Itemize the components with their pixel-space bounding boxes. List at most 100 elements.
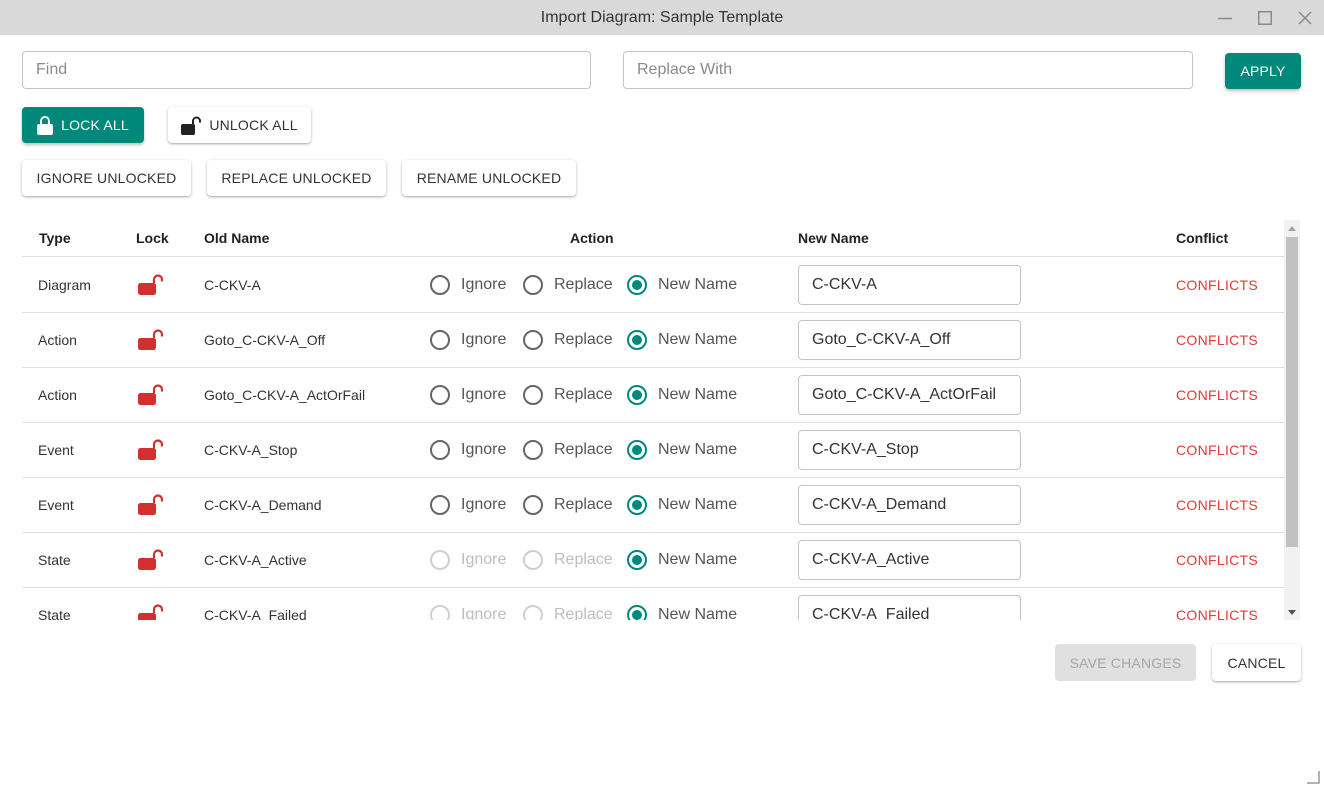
unlocked-icon[interactable] — [136, 312, 166, 367]
conflict-status: CONFLICTS — [1176, 386, 1259, 403]
row-type: State — [38, 606, 71, 621]
new-name-radio-label: New Name — [658, 605, 738, 621]
table-scrollbar[interactable] — [1284, 220, 1300, 620]
new-name-radio-circle[interactable] — [627, 384, 647, 405]
ignore-radio-circle[interactable] — [430, 274, 450, 295]
ignore-radio-label: Ignore — [461, 275, 507, 293]
ignore-radio-circle[interactable] — [430, 604, 450, 620]
row-type: Action — [38, 331, 77, 348]
unlock-all-button[interactable]: UNLOCK ALL — [168, 107, 311, 143]
cancel-label: CANCEL — [1227, 654, 1286, 671]
replace-radio[interactable]: Replace — [523, 477, 613, 532]
replace-radio[interactable]: Replace — [523, 312, 613, 367]
replace-radio-circle[interactable] — [523, 494, 543, 515]
conflict-status: CONFLICTS — [1176, 441, 1259, 458]
new-name-radio[interactable]: New Name — [627, 312, 737, 367]
scrollbar-thumb[interactable] — [1286, 237, 1298, 547]
window-title: Import Diagram: Sample Template — [540, 9, 784, 26]
new-name-radio-circle[interactable] — [627, 439, 647, 460]
unlocked-icon[interactable] — [136, 587, 166, 620]
row-old-name: C-CKV-A — [204, 276, 261, 293]
replace-unlocked-button[interactable]: REPLACE UNLOCKED — [207, 160, 386, 196]
ignore-radio-circle[interactable] — [430, 494, 450, 515]
rename-unlocked-button[interactable]: RENAME UNLOCKED — [402, 160, 576, 196]
unlock-all-label: UNLOCK ALL — [209, 117, 298, 133]
minimize-icon[interactable] — [1205, 0, 1245, 35]
new-name-radio-circle[interactable] — [627, 549, 647, 570]
replace-radio-circle[interactable] — [523, 604, 543, 620]
lock-all-button[interactable]: LOCK ALL — [22, 107, 144, 143]
cancel-button[interactable]: CANCEL — [1212, 644, 1301, 681]
replace-radio-circle[interactable] — [523, 439, 543, 460]
ignore-radio-circle[interactable] — [430, 384, 450, 405]
ignore-radio-circle[interactable] — [430, 549, 450, 570]
unlocked-icon[interactable] — [136, 477, 166, 532]
new-name-radio-circle[interactable] — [627, 329, 647, 350]
conflict-status: CONFLICTS — [1176, 551, 1259, 568]
ignore-radio-circle[interactable] — [430, 329, 450, 350]
replace-with-input[interactable] — [624, 52, 1192, 88]
apply-button-label: APPLY — [1240, 63, 1286, 79]
new-name-radio[interactable]: New Name — [627, 587, 737, 620]
new-name-input[interactable]: C-CKV-A_Demand — [798, 485, 1021, 525]
ignore-radio[interactable]: Ignore — [430, 257, 506, 312]
replace-radio-circle[interactable] — [523, 549, 543, 570]
conflict-status: CONFLICTS — [1176, 606, 1259, 621]
ignore-radio[interactable]: Ignore — [430, 312, 506, 367]
unlocked-icon[interactable] — [136, 422, 166, 477]
close-icon[interactable] — [1285, 0, 1324, 35]
find-field[interactable] — [22, 51, 591, 89]
new-name-input[interactable]: C-CKV-A_Active — [798, 540, 1021, 580]
replace-with-field[interactable] — [623, 51, 1193, 89]
unlocked-icon[interactable] — [136, 532, 166, 587]
row-old-name: C-CKV-A_Stop — [204, 441, 298, 458]
new-name-radio[interactable]: New Name — [627, 477, 737, 532]
unlocked-icon[interactable] — [136, 257, 166, 312]
replace-radio[interactable]: Replace — [523, 367, 613, 422]
apply-button[interactable]: APPLY — [1225, 53, 1301, 89]
ignore-radio[interactable]: Ignore — [430, 532, 506, 587]
new-name-input[interactable]: Goto_C-CKV-A_ActOrFail — [798, 375, 1021, 415]
header-type: Type — [39, 230, 71, 246]
replace-radio[interactable]: Replace — [523, 257, 613, 312]
scroll-down-arrow-icon[interactable] — [1284, 604, 1300, 620]
replace-radio-label: Replace — [554, 385, 613, 403]
ignore-unlocked-button[interactable]: IGNORE UNLOCKED — [22, 160, 191, 196]
new-name-radio[interactable]: New Name — [627, 257, 737, 312]
ignore-radio[interactable]: Ignore — [430, 422, 506, 477]
new-name-input[interactable]: Goto_C-CKV-A_Off — [798, 320, 1021, 360]
ignore-radio-label: Ignore — [461, 440, 507, 458]
new-name-input[interactable]: C-CKV-A_Failed — [798, 595, 1021, 620]
maximize-icon[interactable] — [1245, 0, 1285, 35]
new-name-radio[interactable]: New Name — [627, 367, 737, 422]
replace-radio[interactable]: Replace — [523, 532, 613, 587]
replace-radio-circle[interactable] — [523, 329, 543, 350]
new-name-radio-circle[interactable] — [627, 274, 647, 295]
scroll-up-arrow-icon[interactable] — [1284, 220, 1300, 236]
ignore-radio[interactable]: Ignore — [430, 367, 506, 422]
replace-radio-circle[interactable] — [523, 274, 543, 295]
find-input[interactable] — [23, 52, 590, 88]
new-name-radio[interactable]: New Name — [627, 422, 737, 477]
new-name-radio-circle[interactable] — [627, 604, 647, 620]
new-name-input[interactable]: C-CKV-A — [798, 265, 1021, 305]
row-type: Diagram — [38, 276, 91, 293]
table-row: State C-CKV-A_Failed Ignore Replace New … — [22, 587, 1284, 620]
resize-grip-icon[interactable] — [1306, 770, 1320, 784]
table-row: Action Goto_C-CKV-A_ActOrFail Ignore Rep… — [22, 367, 1284, 423]
replace-radio-circle[interactable] — [523, 384, 543, 405]
row-old-name: C-CKV-A_Demand — [204, 496, 322, 513]
ignore-radio-circle[interactable] — [430, 439, 450, 460]
new-name-radio-label: New Name — [658, 495, 738, 513]
ignore-radio[interactable]: Ignore — [430, 587, 506, 620]
new-name-radio[interactable]: New Name — [627, 532, 737, 587]
unlocked-icon[interactable] — [136, 367, 166, 422]
new-name-input[interactable]: C-CKV-A_Stop — [798, 430, 1021, 470]
new-name-radio-label: New Name — [658, 385, 738, 403]
replace-radio[interactable]: Replace — [523, 422, 613, 477]
new-name-radio-label: New Name — [658, 550, 738, 568]
ignore-radio[interactable]: Ignore — [430, 477, 506, 532]
replace-radio[interactable]: Replace — [523, 587, 613, 620]
new-name-radio-circle[interactable] — [627, 494, 647, 515]
save-changes-button[interactable]: SAVE CHANGES — [1055, 644, 1196, 681]
